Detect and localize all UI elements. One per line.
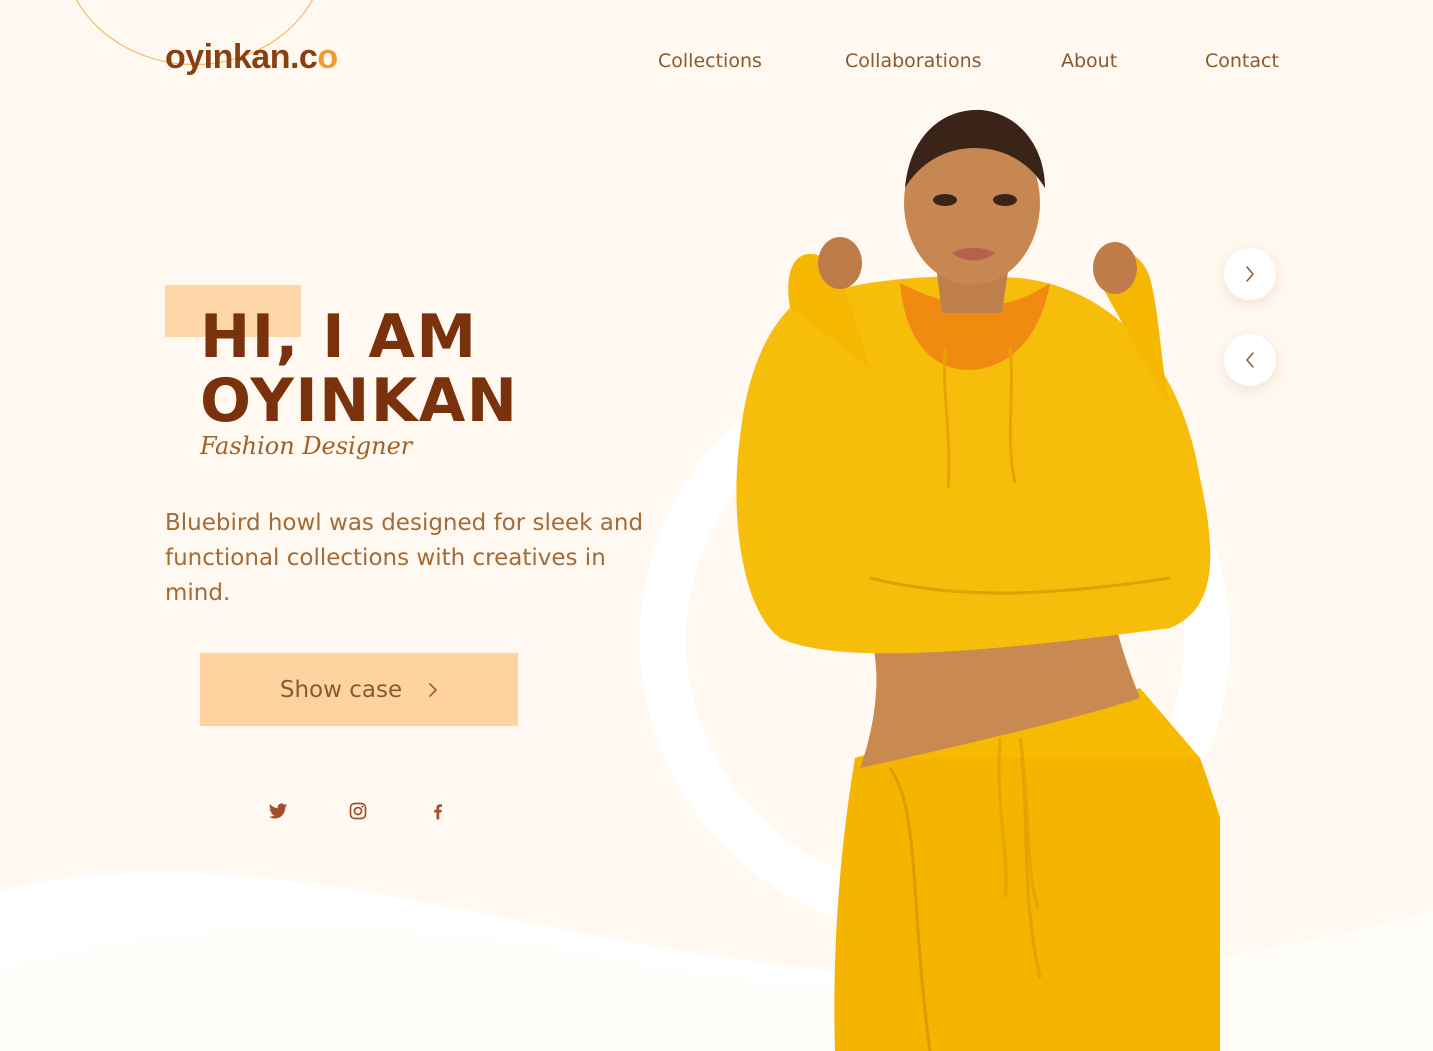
- previous-slide-button[interactable]: [1224, 334, 1276, 386]
- main-navigation: Collections Collaborations About Contact: [658, 50, 1279, 76]
- chevron-right-icon: [1246, 266, 1254, 282]
- showcase-button[interactable]: Show case: [200, 653, 518, 726]
- hero-subtitle: Fashion Designer: [200, 432, 413, 460]
- showcase-button-label: Show case: [279, 676, 403, 703]
- next-slide-button[interactable]: [1224, 248, 1276, 300]
- hero-title-line1: HI, I AM: [200, 302, 478, 372]
- instagram-icon: [349, 802, 367, 820]
- hero-description: Bluebird howl was designed for sleek and…: [165, 510, 644, 606]
- hero-title: HI, I AM OYINKAN: [200, 305, 620, 433]
- twitter-link[interactable]: [268, 800, 288, 822]
- chevron-left-icon: [1246, 352, 1254, 368]
- hero-title-line2: OYINKAN: [200, 366, 519, 436]
- social-links: [268, 800, 448, 822]
- nav-collaborations-link[interactable]: Collaborations: [845, 50, 982, 72]
- model-photo: [736, 109, 1220, 1051]
- logo-accent: o: [317, 38, 338, 76]
- nav-collections-link[interactable]: Collections: [658, 50, 762, 72]
- facebook-icon: [434, 804, 442, 820]
- chevron-right-icon: [429, 682, 437, 697]
- brand-logo[interactable]: oyinkan.co: [165, 38, 338, 77]
- nav-about-link[interactable]: About: [1061, 50, 1117, 72]
- facebook-link[interactable]: [428, 800, 448, 822]
- nav-contact-link[interactable]: Contact: [1205, 50, 1279, 72]
- logo-text: oyinkan.c: [165, 38, 318, 76]
- twitter-icon: [268, 803, 288, 819]
- instagram-link[interactable]: [348, 800, 368, 822]
